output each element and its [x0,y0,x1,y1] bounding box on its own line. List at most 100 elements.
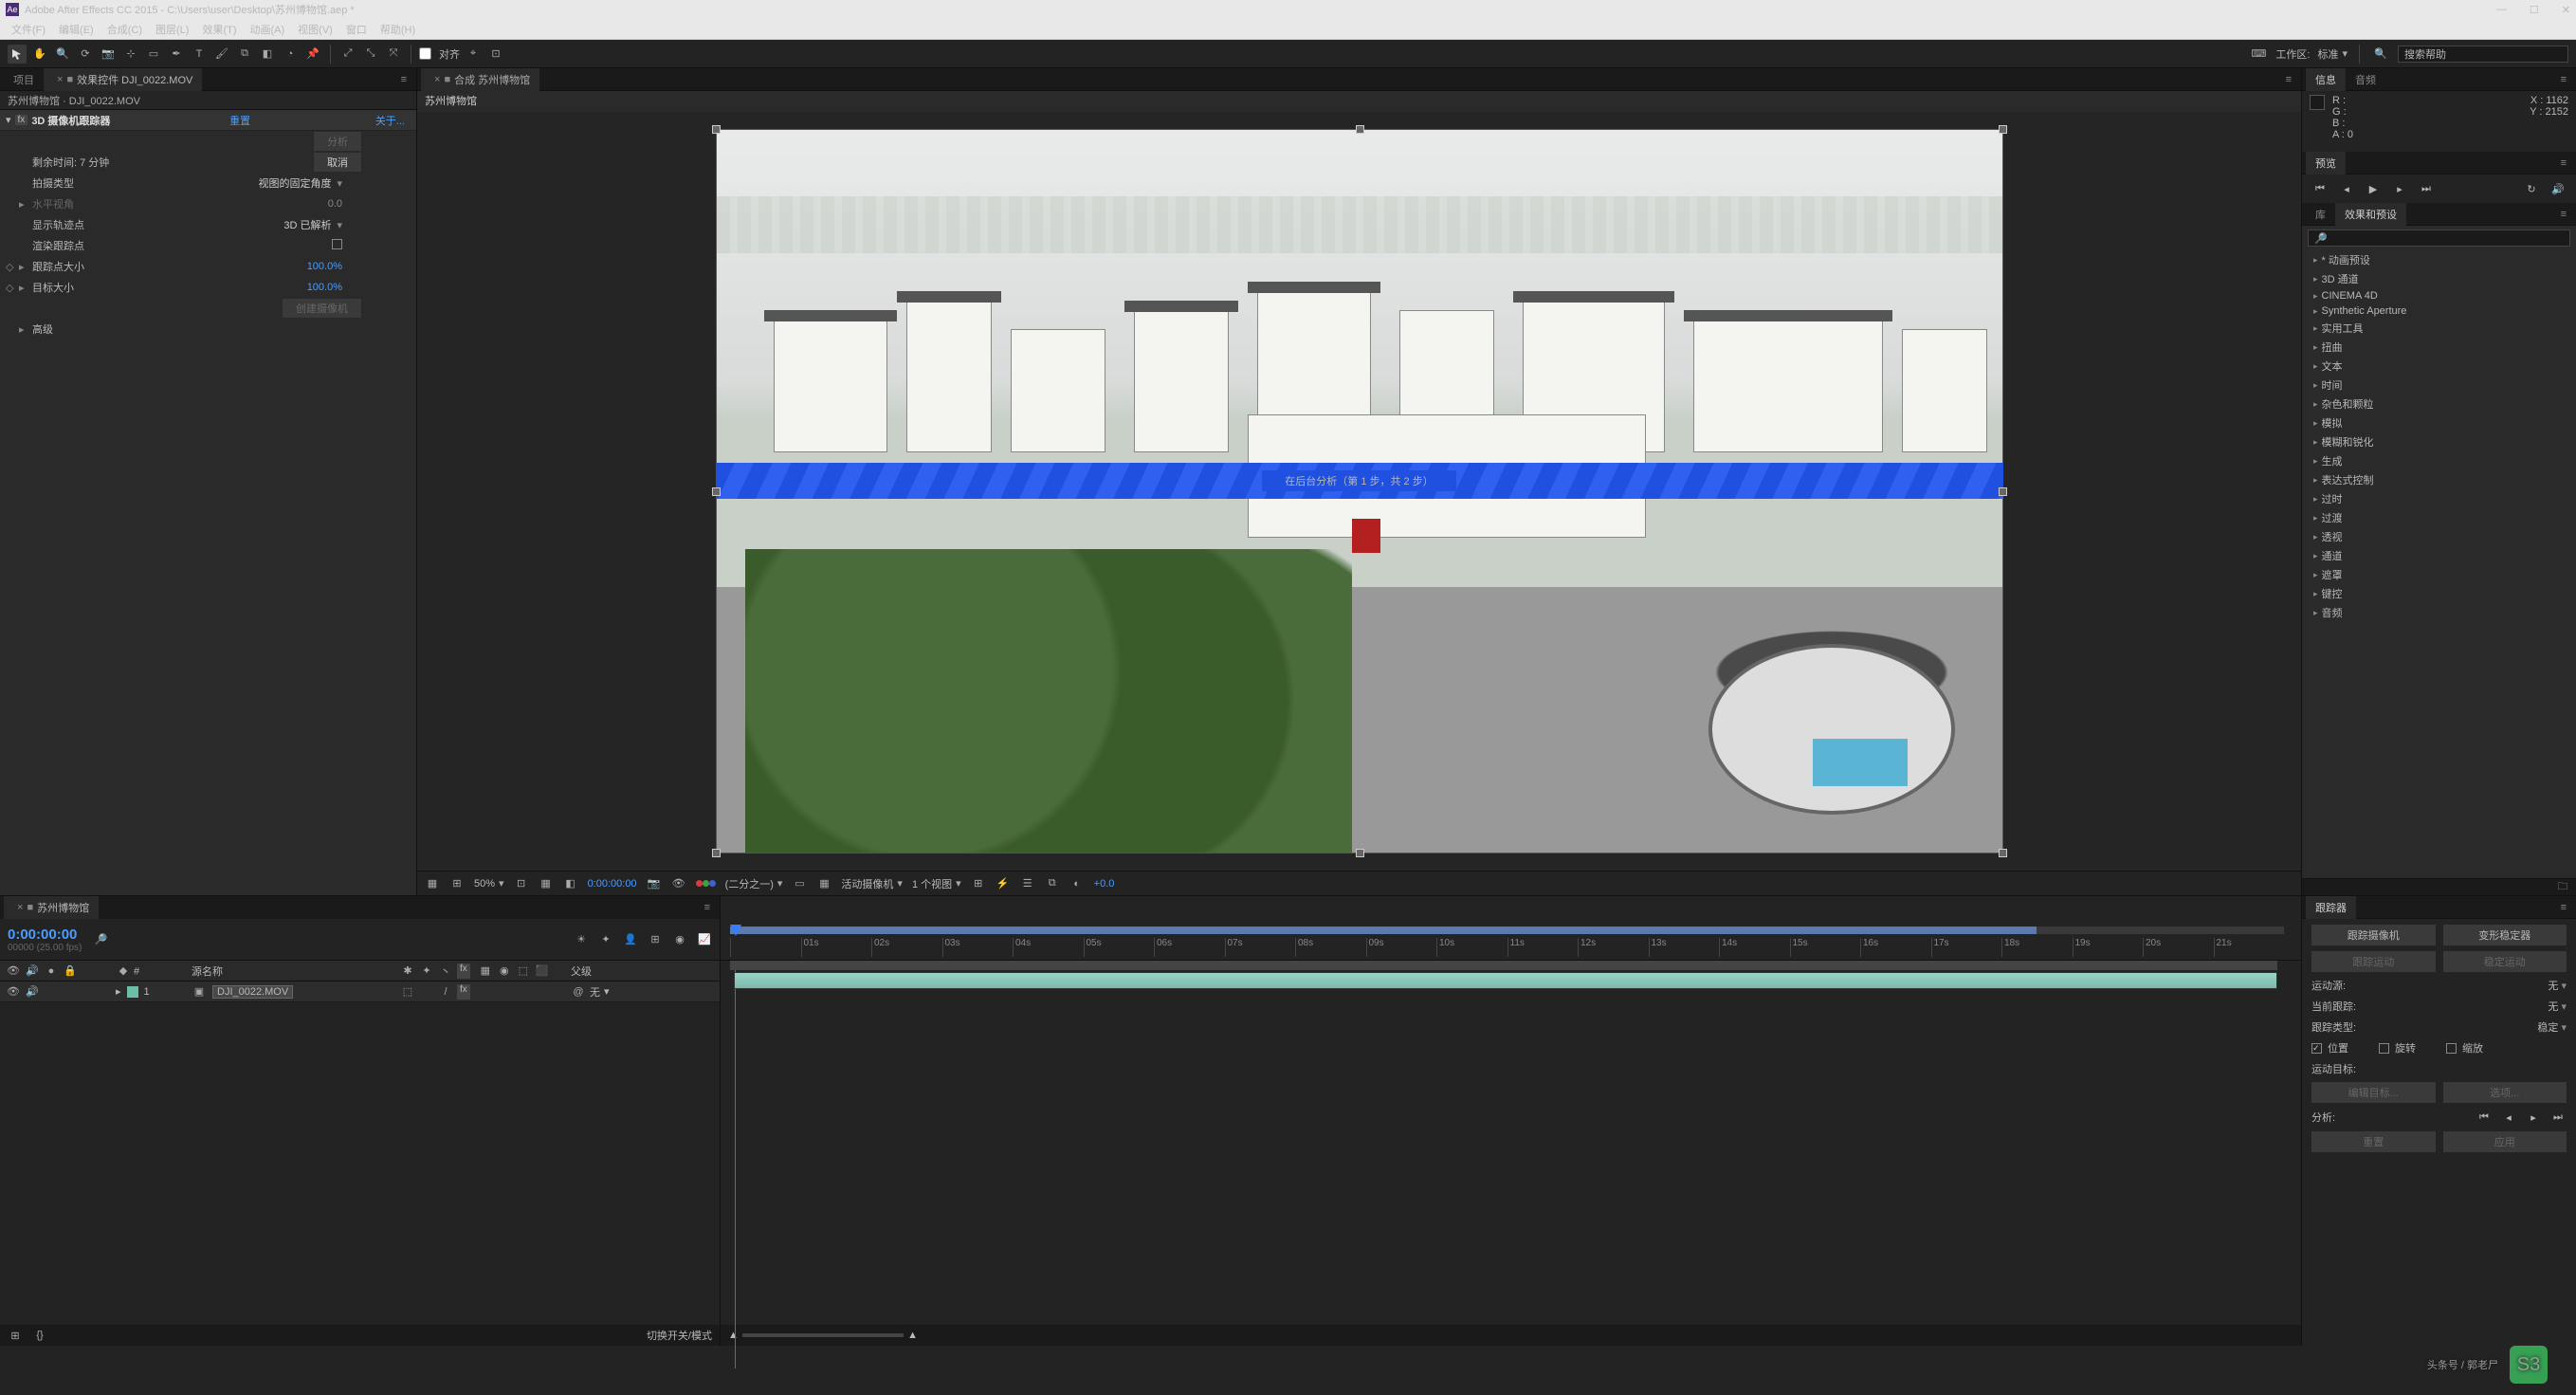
render-tracks-checkbox[interactable] [332,239,409,252]
menu-animation[interactable]: 动画(A) [245,20,291,39]
timeline-layer-row[interactable]: 👁 🔊 ▸ 1 ▣ DJI_0022.MOV ⬚ / fx [0,982,720,1002]
timeline-icon[interactable]: ☰ [1020,876,1035,891]
fx-category[interactable]: 过时 [2302,489,2576,508]
lock-toggle-icon[interactable] [63,984,78,1000]
motion-blur-icon[interactable]: ◉ [672,932,687,947]
reset-link[interactable]: 重置 [224,113,256,128]
menu-edit[interactable]: 编辑(E) [53,20,100,39]
fx-category[interactable]: CINEMA 4D [2302,288,2576,303]
comp-name[interactable]: 苏州博物馆 [425,96,477,107]
fx-category[interactable]: 模糊和锐化 [2302,432,2576,451]
fx-category[interactable]: 模拟 [2302,413,2576,432]
resolution-dropdown[interactable]: (二分之一) ▾ [725,876,783,891]
zoom-slider[interactable]: ▲ ▲ [728,1330,918,1341]
fx-category[interactable]: 生成 [2302,451,2576,470]
magnify-icon[interactable]: ▦ [425,876,440,891]
tab-project[interactable]: 项目 [4,68,44,91]
minimize-button[interactable]: — [2496,4,2507,16]
timeline-timecode[interactable]: 0:00:00:00 [8,927,82,943]
fx-category[interactable]: * 动画预设 [2302,250,2576,269]
graph-editor-icon[interactable]: 📈 [697,932,712,947]
search-icon[interactable]: 🔎 [93,932,108,947]
fx-badge-icon[interactable]: fx [15,115,28,125]
switch[interactable] [478,984,493,1000]
bbox-handle[interactable] [1999,125,2007,134]
workspace-dropdown[interactable]: 标准 ▾ [2317,46,2348,62]
snapshot-icon[interactable]: 📷 [647,876,662,891]
next-frame-icon[interactable]: ▸ [2391,180,2408,197]
fx-category[interactable]: Synthetic Aperture [2302,303,2576,319]
roi-icon[interactable]: ▭ [792,876,807,891]
tab-audio[interactable]: 音频 [2346,68,2385,91]
switches-icon[interactable]: ◉ [497,964,512,979]
clone-stamp-tool-icon[interactable]: ⧉ [235,45,254,64]
track-size-value[interactable]: 100.0% [307,261,409,272]
bbox-handle[interactable] [1999,487,2007,496]
puppet-tool-icon[interactable]: 📌 [303,45,322,64]
hand-tool-icon[interactable]: ✋ [30,45,49,64]
layer-clip-bar[interactable] [734,972,2277,989]
menu-view[interactable]: 视图(V) [292,20,338,39]
fx-category[interactable]: 时间 [2302,376,2576,395]
effect-header[interactable]: ▾ fx 3D 摄像机跟踪器 重置 关于... [0,110,416,131]
menu-composition[interactable]: 合成(C) [101,20,148,39]
fx-toggle[interactable]: fx [457,984,470,1000]
switch[interactable] [516,984,531,1000]
fx-category[interactable]: 键控 [2302,584,2576,603]
eraser-tool-icon[interactable]: ◧ [258,45,277,64]
panel-menu-icon[interactable]: ≡ [695,898,720,917]
track-camera-button[interactable]: 跟踪摄像机 [2311,925,2436,945]
fx-category[interactable]: 遮罩 [2302,565,2576,584]
effects-search-input[interactable]: 🔎 [2308,229,2570,247]
tab-effects-presets[interactable]: 效果和预设 [2335,203,2406,226]
resolution-icon[interactable]: ⊞ [449,876,465,891]
panel-menu-icon[interactable]: ≡ [2551,154,2576,173]
snapping-icon[interactable]: ⌖ [464,45,483,64]
mute-icon[interactable]: 🔊 [2549,180,2567,197]
audio-toggle-icon[interactable]: 🔊 [25,984,40,1000]
switches-icon[interactable]: ✦ [419,964,434,979]
fx-category[interactable]: 透视 [2302,527,2576,546]
roto-brush-tool-icon[interactable]: ◔ [281,45,300,64]
bbox-handle[interactable] [712,849,721,857]
camera-dropdown[interactable]: 活动摄像机 ▾ [841,876,903,891]
disclosure-icon[interactable]: ▾ [6,114,11,126]
source-name-header[interactable]: 源名称 [186,964,394,979]
close-icon[interactable]: × [17,902,23,913]
close-icon[interactable]: × [434,74,440,85]
fx-category[interactable]: 3D 通道 [2302,269,2576,288]
keyframe-icon[interactable]: ◇ [6,282,13,294]
layer-name[interactable]: DJI_0022.MOV [212,985,293,999]
zoom-dropdown[interactable]: 50% ▾ [474,877,504,890]
panel-menu-icon[interactable]: ≡ [392,70,416,89]
play-icon[interactable]: ▶ [2365,180,2382,197]
last-frame-icon[interactable]: ⏭ [2418,180,2435,197]
solo-toggle-icon[interactable] [44,984,59,1000]
fx-category[interactable]: 通道 [2302,546,2576,565]
panel-menu-icon[interactable]: ≡ [2551,898,2576,917]
motion-source-dropdown[interactable]: 无 ▾ [2548,978,2567,993]
fx-category[interactable]: 杂色和颗粒 [2302,395,2576,413]
show-snapshot-icon[interactable]: 👁 [671,876,686,891]
tab-library[interactable]: 库 [2306,203,2335,226]
panel-menu-icon[interactable]: ≡ [2551,70,2576,89]
disclosure-icon[interactable]: ▸ [19,261,25,273]
zoom-tool-icon[interactable]: 🔍 [53,45,72,64]
menu-layer[interactable]: 图层(L) [150,20,194,39]
pickwhip-icon[interactable]: @ [571,984,586,1000]
about-link[interactable]: 关于... [370,113,411,128]
disclosure-icon[interactable]: ▸ [116,985,121,998]
frame-blend-icon[interactable]: ⊞ [648,932,663,947]
fx-category[interactable]: 扭曲 [2302,338,2576,357]
tab-composition[interactable]: × ■ 合成 苏州博物馆 苏州博物馆 [421,68,539,91]
fx-category[interactable]: 实用工具 [2302,319,2576,338]
loop-icon[interactable]: ↻ [2523,180,2540,197]
switch[interactable]: / [438,984,453,1000]
prev-frame-icon[interactable]: ◂ [2338,180,2355,197]
fx-category[interactable]: 表达式控制 [2302,470,2576,489]
first-frame-icon[interactable]: ⏮ [2311,180,2329,197]
target-size-value[interactable]: 100.0% [307,282,409,293]
switch[interactable] [535,984,550,1000]
pan-behind-tool-icon[interactable]: ⊹ [121,45,140,64]
exposure-value[interactable]: +0.0 [1094,878,1115,890]
